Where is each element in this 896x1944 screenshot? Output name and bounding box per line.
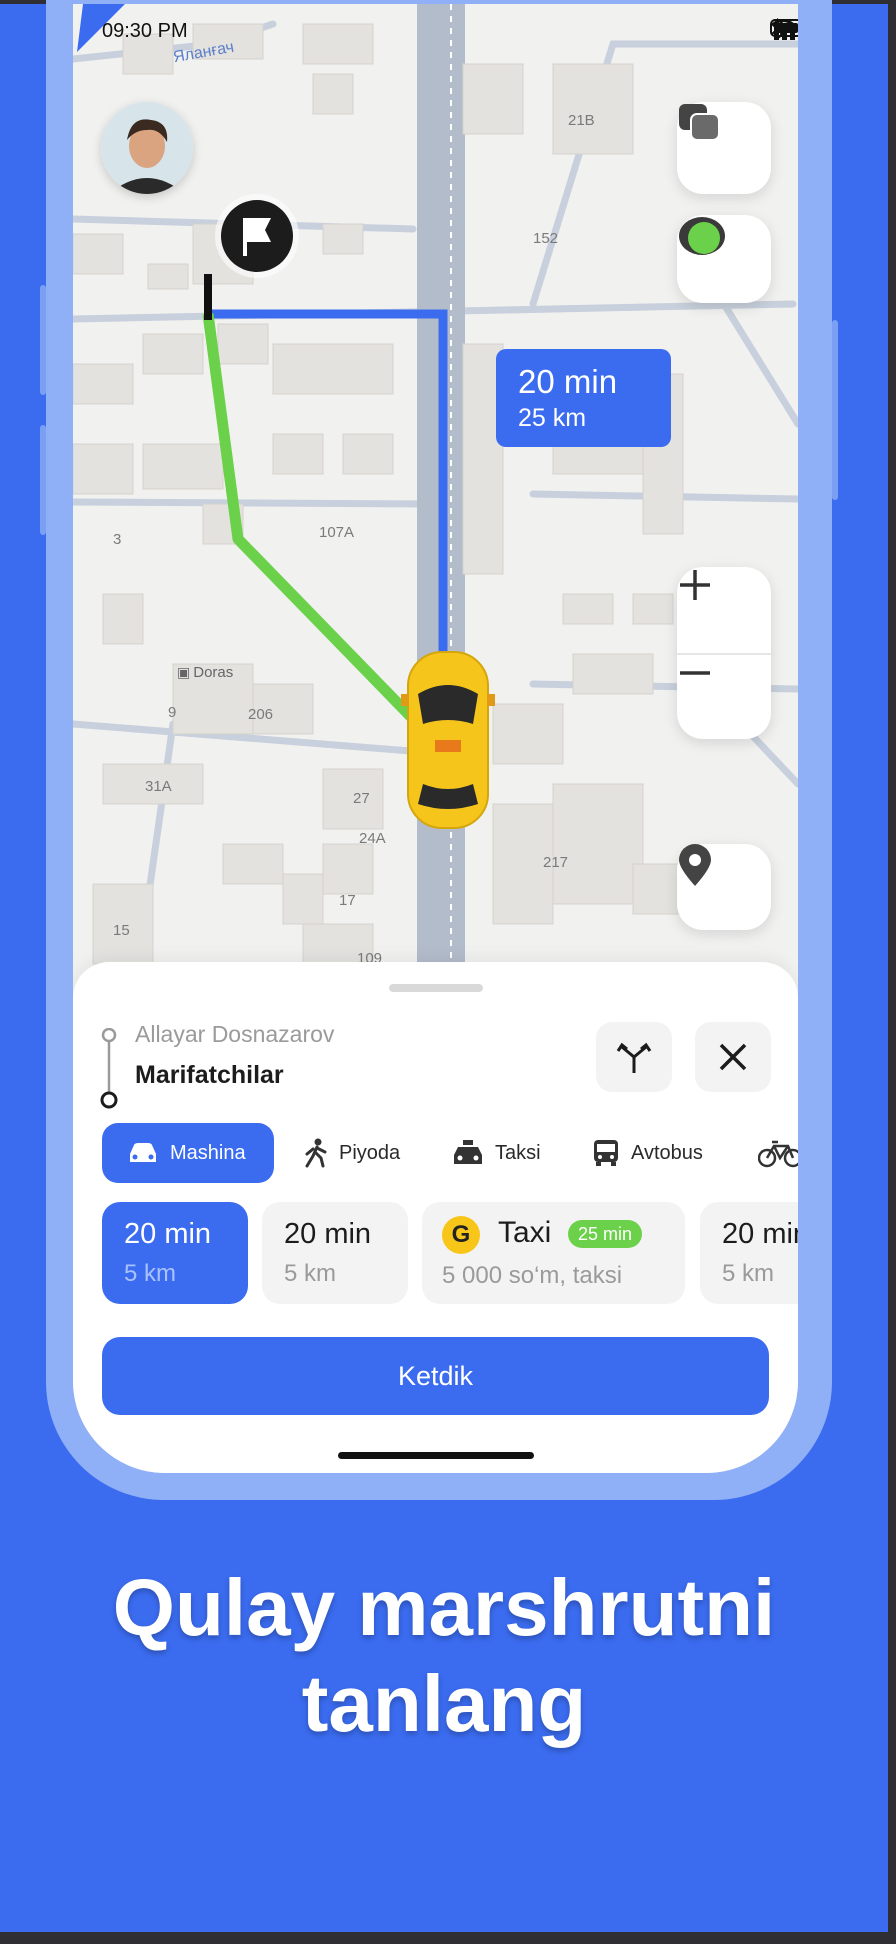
- house-number: 21B: [568, 112, 595, 129]
- poi-label: ▣ Doras: [177, 664, 233, 681]
- close-button[interactable]: [695, 1022, 771, 1092]
- house-number: 9: [168, 704, 177, 721]
- route-origin[interactable]: Allayar Dosnazarov: [135, 1021, 334, 1048]
- promo-headline: Qulay marshrutni tanlang: [0, 1560, 888, 1752]
- house-number: 152: [533, 230, 559, 247]
- home-indicator: [338, 1452, 534, 1459]
- bicycle-icon: [758, 1140, 798, 1168]
- user-photo-icon: [101, 102, 193, 194]
- walking-icon: [305, 1138, 327, 1168]
- taxi-service-logo: G: [442, 1216, 480, 1254]
- taxi-icon: [454, 1140, 482, 1164]
- layers-button[interactable]: [677, 102, 771, 194]
- route-option-card[interactable]: 20 min 5 km: [102, 1202, 248, 1304]
- layers-icon: [679, 104, 720, 141]
- mode-tab-bus[interactable]: Avtobus: [591, 1123, 703, 1183]
- traffic-icon: [679, 217, 725, 255]
- house-number: 27: [353, 790, 370, 807]
- phone-power-button: [832, 320, 838, 500]
- poi-name: Doras: [193, 664, 234, 681]
- eta-distance: 25 km: [518, 404, 587, 432]
- route-option-card[interactable]: 20 min 5 km: [700, 1202, 798, 1304]
- mode-tab-walk[interactable]: Piyoda: [303, 1123, 400, 1183]
- taxi-option-card[interactable]: G Taxi 25 min 5 000 so‘m, taksi: [422, 1202, 685, 1304]
- house-number: 217: [543, 854, 569, 871]
- plus-icon: [680, 570, 710, 600]
- zoom-in-button[interactable]: [677, 567, 771, 653]
- route-sheet: Allayar Dosnazarov Marifatchilar Mashina…: [73, 962, 798, 1473]
- poi-icon: ▣: [177, 664, 191, 680]
- route-split-icon: [616, 1042, 652, 1073]
- mode-tab-label: Mashina: [170, 1141, 246, 1164]
- house-number: 31A: [145, 778, 172, 795]
- mode-tab-label: Piyoda: [339, 1141, 401, 1164]
- house-number: 206: [248, 706, 274, 723]
- eta-time: 20 min: [518, 363, 618, 400]
- route-option-card[interactable]: 20 min 5 km: [262, 1202, 408, 1304]
- route-destination[interactable]: Marifatchilar: [135, 1061, 284, 1090]
- house-number: 17: [339, 892, 356, 909]
- car-icon: [130, 1143, 156, 1162]
- house-number: 24A: [359, 830, 386, 847]
- destination-flag-marker: [215, 194, 299, 278]
- minus-icon: [680, 671, 710, 675]
- house-number: 107A: [319, 524, 355, 541]
- bus-icon: [594, 1140, 618, 1166]
- traffic-button[interactable]: [677, 215, 771, 303]
- option-time: 20 min: [722, 1218, 798, 1250]
- zoom-out-button[interactable]: [677, 655, 771, 741]
- phone-side-button: [40, 425, 46, 535]
- map-view[interactable]: Яланғач 21B 152 3 107A 9 206 31A 27 24A …: [73, 4, 798, 1004]
- location-pin-icon: [679, 844, 711, 886]
- headline-line-2: tanlang: [301, 1659, 587, 1748]
- mode-tab-car[interactable]: Mashina: [102, 1123, 274, 1183]
- taxi-car-marker: [401, 651, 495, 829]
- avatar[interactable]: [101, 102, 193, 194]
- drag-handle[interactable]: [389, 984, 483, 992]
- mode-tab-taxi[interactable]: Taksi: [451, 1123, 541, 1183]
- mode-tab-label: Avtobus: [631, 1141, 703, 1164]
- go-button[interactable]: Ketdik: [102, 1337, 769, 1415]
- eta-bubble: 20 min 25 km: [496, 349, 671, 447]
- option-distance: 5 km: [284, 1260, 337, 1287]
- mode-tab-bicycle[interactable]: [758, 1123, 798, 1183]
- option-distance: 5 km: [722, 1260, 775, 1287]
- route-endpoints-icon: [100, 1028, 118, 1109]
- zoom-controls: [677, 567, 771, 739]
- option-distance: 5 km: [124, 1260, 177, 1287]
- option-time: 20 min: [284, 1218, 372, 1250]
- mode-tab-label: Taksi: [495, 1141, 541, 1164]
- house-number: 15: [113, 922, 130, 939]
- taxi-eta-badge: 25 min: [568, 1220, 643, 1248]
- phone-side-button: [40, 285, 46, 395]
- close-icon: [719, 1043, 747, 1071]
- phone-screen: Яланғач 21B 152 3 107A 9 206 31A 27 24A …: [73, 4, 798, 1473]
- taxi-price: 5 000 so‘m, taksi: [442, 1262, 623, 1289]
- battery-icon: [770, 19, 798, 37]
- taxi-service-name: Taxi: [498, 1216, 552, 1249]
- headline-line-1: Qulay marshrutni: [112, 1563, 776, 1652]
- my-location-button[interactable]: [677, 844, 771, 930]
- status-bar: 09:30 PM: [73, 4, 798, 64]
- swap-route-button[interactable]: [596, 1022, 672, 1092]
- house-number: 3: [113, 531, 122, 548]
- option-time: 20 min: [124, 1218, 212, 1250]
- status-time: 09:30 PM: [102, 20, 188, 42]
